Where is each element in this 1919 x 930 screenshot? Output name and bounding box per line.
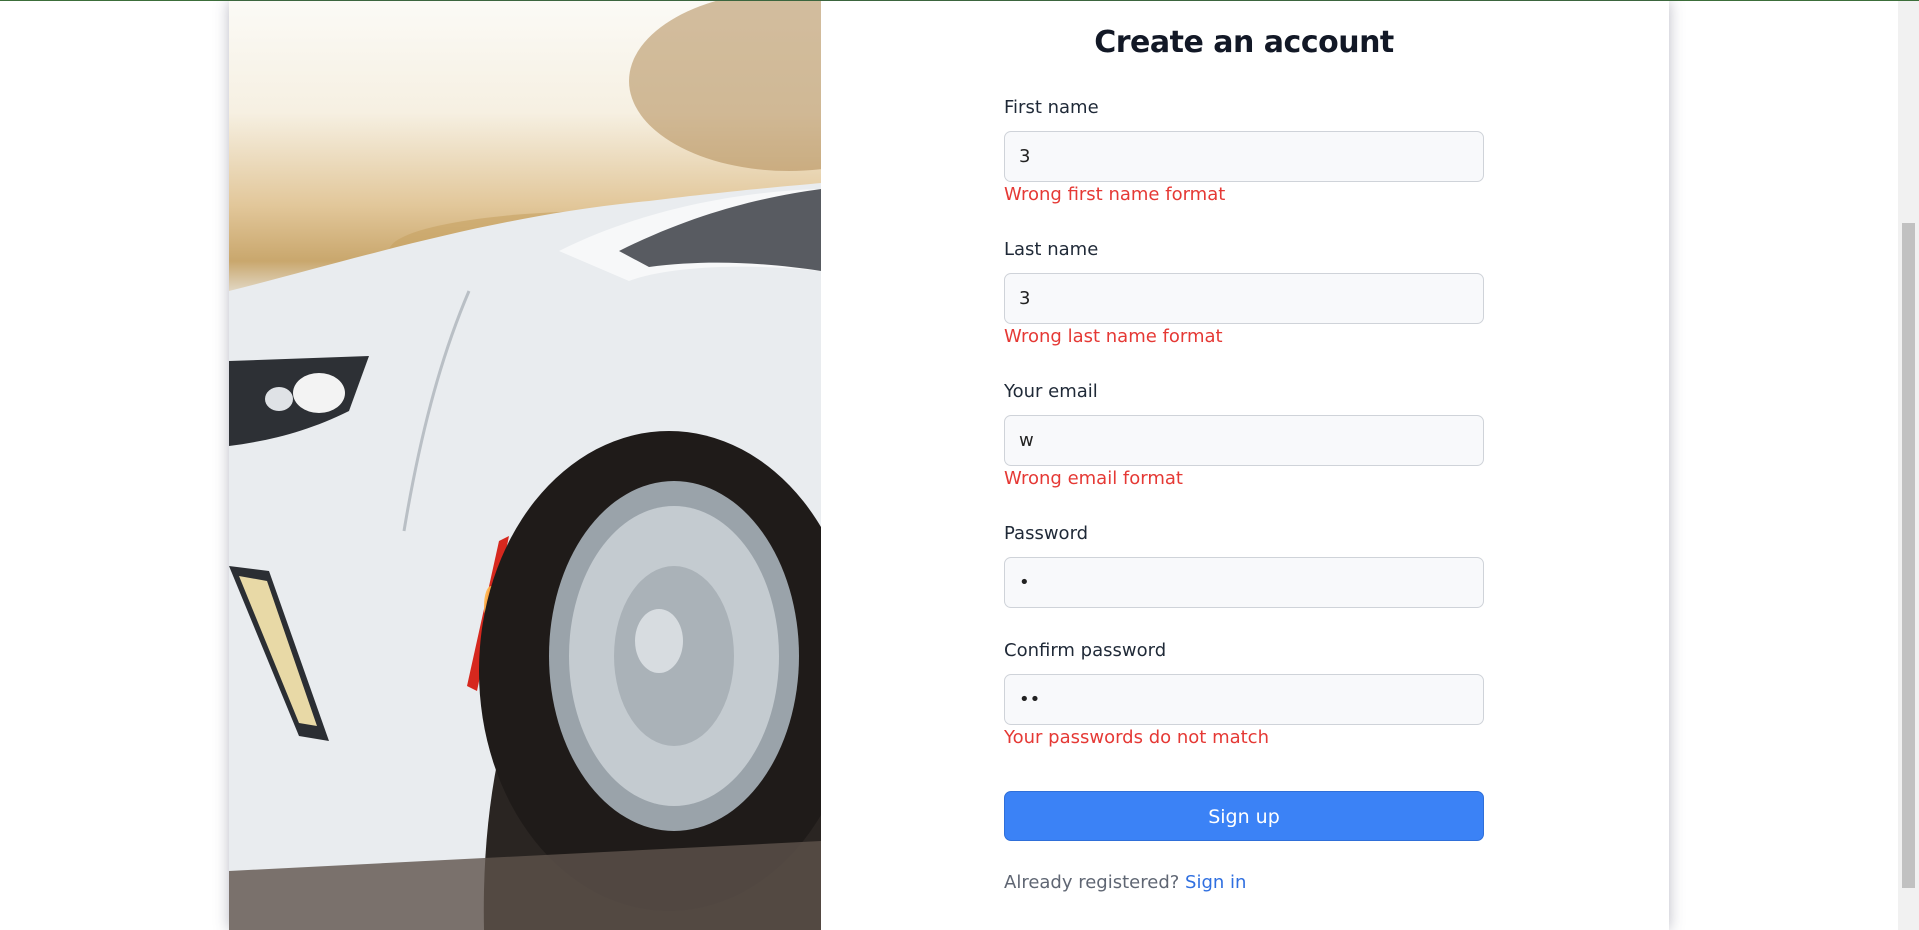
already-registered-text: Already registered? — [1004, 872, 1180, 893]
page-scrollbar[interactable] — [1898, 1, 1919, 930]
first-name-input[interactable]: 3 — [1004, 131, 1484, 182]
confirm-password-input[interactable]: •• — [1004, 674, 1484, 725]
password-label: Password — [1004, 523, 1089, 544]
page-title: Create an account — [1094, 25, 1394, 60]
last-name-error: Wrong last name format — [1004, 326, 1223, 347]
email-label: Your email — [1004, 381, 1098, 402]
last-name-label: Last name — [1004, 239, 1099, 260]
first-name-error: Wrong first name format — [1004, 184, 1226, 205]
car-image — [229, 1, 821, 930]
email-input[interactable]: w — [1004, 415, 1484, 466]
scrollbar-thumb[interactable] — [1902, 223, 1915, 888]
sign-in-prompt: Already registered? Sign in — [1004, 872, 1246, 893]
signup-card: Create an account First name 3 Wrong fir… — [229, 1, 1669, 930]
last-name-input[interactable]: 3 — [1004, 273, 1484, 324]
confirm-password-label: Confirm password — [1004, 640, 1167, 661]
confirm-password-error: Your passwords do not match — [1004, 727, 1269, 748]
first-name-label: First name — [1004, 97, 1099, 118]
sign-in-link[interactable]: Sign in — [1185, 872, 1246, 893]
email-error: Wrong email format — [1004, 468, 1183, 489]
sign-up-button[interactable]: Sign up — [1004, 791, 1484, 841]
password-input[interactable]: • — [1004, 557, 1484, 608]
